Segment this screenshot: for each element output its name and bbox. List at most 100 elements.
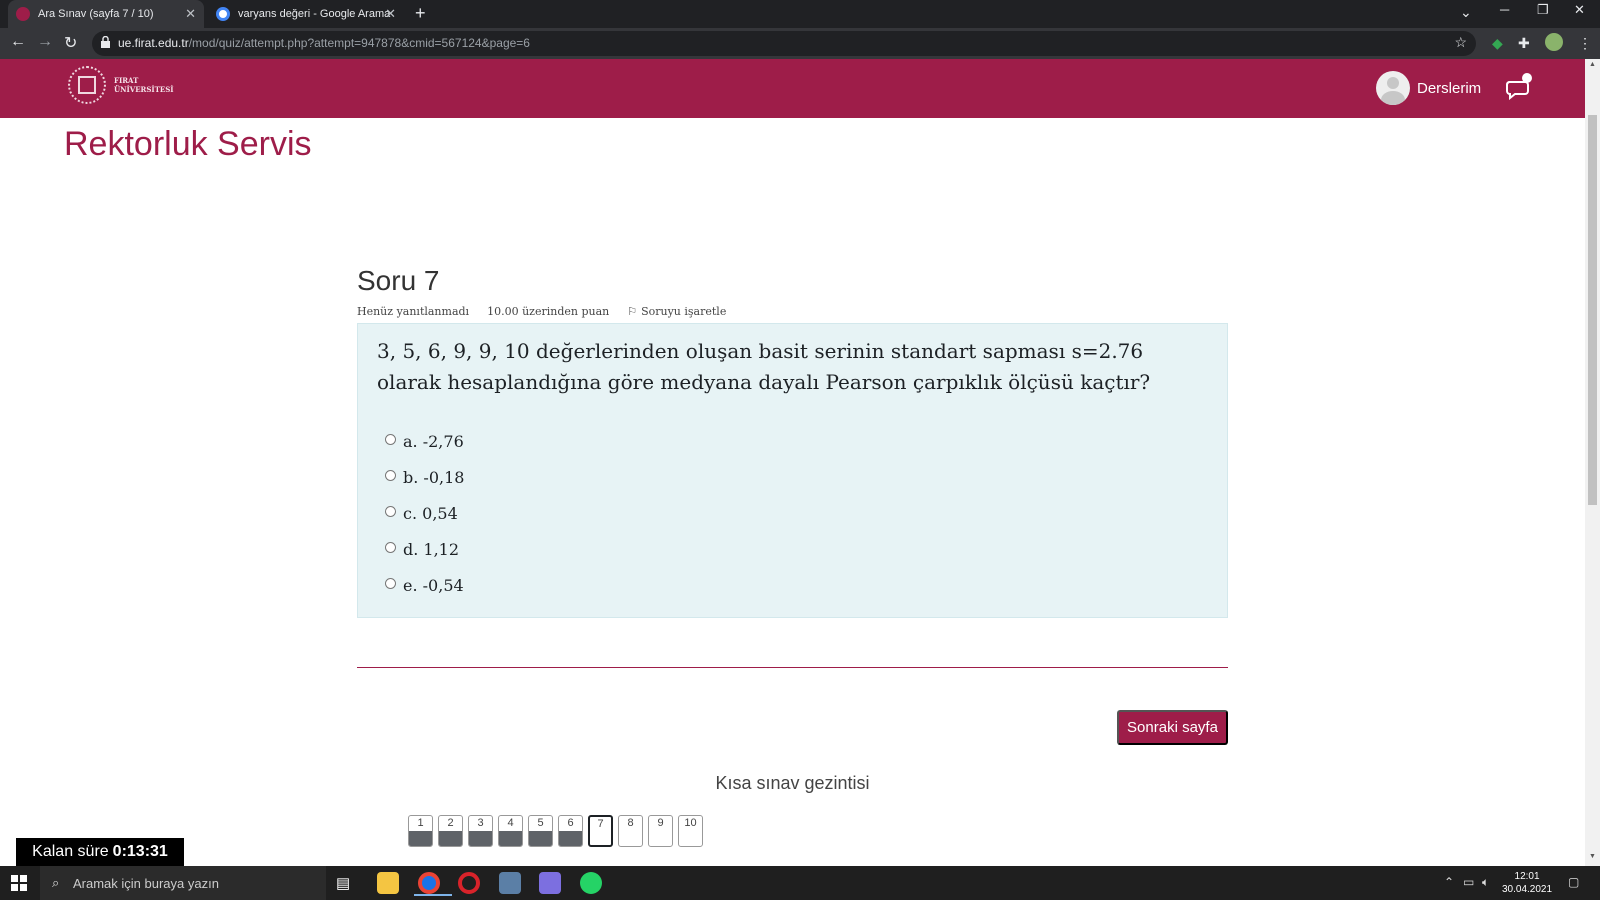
address-bar[interactable]: ue.firat.edu.tr/mod/quiz/attempt.php?att… <box>92 31 1476 56</box>
tab-title: Ara Sınav (sayfa 7 / 10) <box>38 8 154 20</box>
page-viewport: FIRAT ÜNİVERSİTESİ Derslerim Rektorluk S… <box>0 59 1585 866</box>
quiz-nav-button-3[interactable]: 3 <box>468 815 493 847</box>
radio-button[interactable] <box>385 542 396 553</box>
answer-option-d[interactable]: d. 1,12 <box>385 540 459 559</box>
tab-search-icon[interactable]: ⌄ <box>1460 4 1472 21</box>
quiz-nav-button-5[interactable]: 5 <box>528 815 553 847</box>
task-view-icon[interactable]: ▤ <box>336 874 358 896</box>
whatsapp-icon[interactable] <box>580 872 602 894</box>
question-info: Henüz yanıtlanmadı 10.00 üzerinden puan … <box>357 305 762 318</box>
site-navbar: FIRAT ÜNİVERSİTESİ Derslerim <box>0 59 1585 118</box>
file-explorer-icon[interactable] <box>377 872 399 894</box>
question-status: Henüz yanıtlanmadı <box>357 305 470 318</box>
maximize-icon[interactable]: ❐ <box>1537 2 1549 18</box>
quiz-nav-button-2[interactable]: 2 <box>438 815 463 847</box>
next-page-button[interactable]: Sonraki sayfa <box>1117 710 1228 745</box>
tray-chevron-icon[interactable]: ⌃ <box>1444 875 1454 889</box>
page-scrollbar[interactable]: ▲ ▼ <box>1585 59 1600 866</box>
bookmark-star-icon[interactable]: ☆ <box>1454 34 1467 51</box>
scroll-up-arrow-icon[interactable]: ▲ <box>1589 61 1596 68</box>
browser-tab-bar: Ara Sınav (sayfa 7 / 10) ✕ varyans değer… <box>0 0 1600 28</box>
taskbar-clock[interactable]: 12:01 30.04.2021 <box>1502 870 1552 896</box>
discord-icon[interactable] <box>539 872 561 894</box>
browser-tab-active[interactable]: Ara Sınav (sayfa 7 / 10) ✕ <box>8 0 204 28</box>
windows-start-icon[interactable] <box>11 875 27 891</box>
flag-icon: ⚐ <box>627 305 638 318</box>
moodle-favicon-icon <box>16 7 30 21</box>
option-label: e. -0,54 <box>403 576 464 595</box>
user-menu[interactable]: Derslerim <box>1376 71 1481 105</box>
close-icon[interactable]: ✕ <box>385 6 396 22</box>
notification-icon[interactable]: ▢ <box>1568 875 1579 889</box>
university-seal-icon <box>68 66 106 104</box>
new-tab-icon[interactable]: + <box>415 3 426 24</box>
url-text: ue.firat.edu.tr/mod/quiz/attempt.php?att… <box>118 36 530 50</box>
quiz-nav-button-1[interactable]: 1 <box>408 815 433 847</box>
close-icon[interactable]: ✕ <box>185 6 196 22</box>
browser-toolbar: ← → ↻ ue.firat.edu.tr/mod/quiz/attempt.p… <box>0 28 1600 59</box>
question-number: Soru 7 <box>357 265 440 296</box>
flag-label: Soruyu işaretle <box>641 305 727 318</box>
clock-date: 30.04.2021 <box>1502 884 1553 895</box>
quiz-timer: Kalan süre 0:13:31 <box>16 838 184 866</box>
extensions-puzzle-icon[interactable]: ✚ <box>1518 35 1530 52</box>
quiz-navigation-title: Kısa sınav gezintisi <box>715 773 870 793</box>
option-label: c. 0,54 <box>403 504 458 523</box>
url-host: ue.firat.edu.tr <box>118 36 189 50</box>
divider <box>357 667 1228 668</box>
logo-line2: ÜNİVERSİTESİ <box>114 85 174 94</box>
minimize-icon[interactable]: ─ <box>1500 2 1509 17</box>
answer-option-b[interactable]: b. -0,18 <box>385 468 464 487</box>
answer-option-a[interactable]: a. -2,76 <box>385 432 464 451</box>
volume-icon[interactable]: 🔈︎ <box>1482 875 1489 890</box>
message-bubble-icon[interactable] <box>1505 72 1533 100</box>
network-icon[interactable]: ▭ <box>1463 875 1474 889</box>
option-label: b. -0,18 <box>403 468 465 487</box>
quiz-nav-button-9[interactable]: 9 <box>648 815 673 847</box>
window-close-icon[interactable]: ✕ <box>1574 2 1585 18</box>
search-icon: ⌕ <box>52 875 60 890</box>
scroll-down-arrow-icon[interactable]: ▼ <box>1589 853 1596 860</box>
radio-button[interactable] <box>385 506 396 517</box>
quiz-nav-button-4[interactable]: 4 <box>498 815 523 847</box>
radio-button[interactable] <box>385 578 396 589</box>
profile-avatar-icon[interactable] <box>1545 33 1563 51</box>
option-label: a. -2,76 <box>403 432 464 451</box>
taskbar-search[interactable]: ⌕ Aramak için buraya yazın <box>40 866 326 900</box>
avatar <box>1376 71 1410 105</box>
question-points: 10.00 üzerinden puan <box>487 305 610 318</box>
chrome-icon[interactable] <box>414 872 452 896</box>
radio-button[interactable] <box>385 470 396 481</box>
browser-tab[interactable]: varyans değeri - Google Arama ✕ <box>208 0 404 28</box>
opera-icon[interactable] <box>458 872 480 894</box>
flag-question-link[interactable]: ⚐ Soruyu işaretle <box>627 305 744 318</box>
quiz-navigation: 1 2 3 4 5 6 7 8 9 10 <box>408 815 708 847</box>
answer-option-c[interactable]: c. 0,54 <box>385 504 458 523</box>
my-courses-link[interactable]: Derslerim <box>1417 80 1481 97</box>
tab-title: varyans değeri - Google Arama <box>238 8 391 20</box>
lock-icon <box>101 36 110 48</box>
radio-button[interactable] <box>385 434 396 445</box>
quiz-nav-button-8[interactable]: 8 <box>618 815 643 847</box>
university-logo[interactable]: FIRAT ÜNİVERSİTESİ <box>68 66 174 104</box>
option-label: d. 1,12 <box>403 540 460 559</box>
photos-icon[interactable] <box>499 872 521 894</box>
google-favicon-icon <box>216 7 230 21</box>
reload-icon[interactable]: ↻ <box>64 33 77 53</box>
scrollbar-thumb[interactable] <box>1588 115 1597 505</box>
timer-value: 0:13:31 <box>112 843 168 860</box>
forward-icon[interactable]: → <box>37 33 53 51</box>
quiz-nav-button-10[interactable]: 10 <box>678 815 703 847</box>
page-title: Rektorluk Servis <box>64 125 312 163</box>
menu-kebab-icon[interactable]: ⋮ <box>1578 35 1592 52</box>
back-icon[interactable]: ← <box>10 33 26 51</box>
clock-time: 12:01 <box>1514 871 1540 882</box>
question-box: 3, 5, 6, 9, 9, 10 değerlerinden oluşan b… <box>357 323 1228 618</box>
quiz-nav-button-7[interactable]: 7 <box>588 815 613 847</box>
quiz-nav-button-6[interactable]: 6 <box>558 815 583 847</box>
answer-option-e[interactable]: e. -0,54 <box>385 576 464 595</box>
question-text: 3, 5, 6, 9, 9, 10 değerlerinden oluşan b… <box>377 339 1151 394</box>
timer-label: Kalan süre <box>32 843 109 860</box>
extension-icon[interactable]: ◆ <box>1492 35 1503 52</box>
taskbar-search-placeholder: Aramak için buraya yazın <box>73 876 219 891</box>
